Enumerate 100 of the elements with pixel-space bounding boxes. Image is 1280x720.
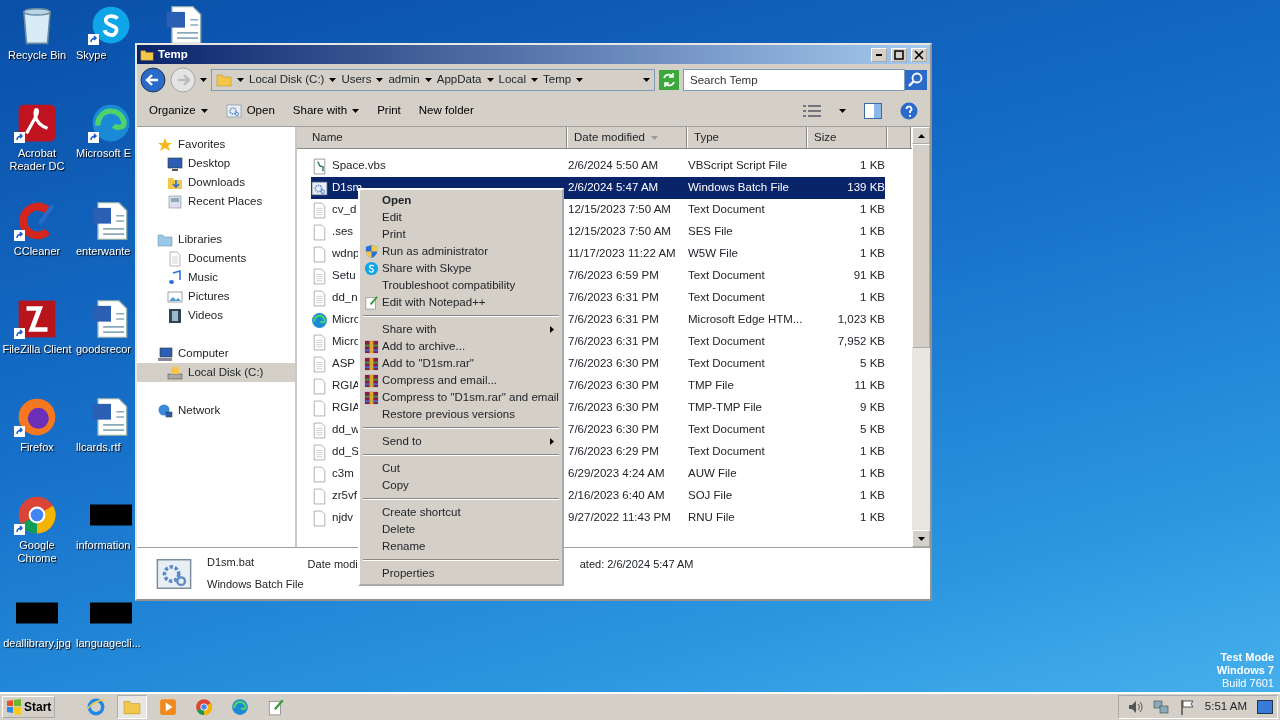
breadcrumb-caret-icon[interactable]: [424, 78, 432, 82]
history-caret-icon[interactable]: [200, 78, 207, 82]
icon-label[interactable]: Firefox: [20, 441, 54, 454]
column-header[interactable]: Name: [297, 127, 568, 148]
nav-item[interactable]: Documents: [137, 249, 295, 268]
nav-item[interactable]: Network: [137, 401, 295, 420]
nav-item[interactable]: Favorites: [137, 135, 295, 154]
maximize-button[interactable]: [891, 47, 907, 62]
icon-label[interactable]: information: [76, 539, 131, 552]
breadcrumb-item[interactable]: Local Disk (C:): [249, 71, 325, 89]
menu-item[interactable]: Run as administrator: [362, 243, 560, 260]
nav-item[interactable]: Local Disk (C:): [137, 363, 295, 382]
menu-item[interactable]: Open: [362, 192, 560, 209]
menu-item[interactable]: Share with: [362, 321, 560, 338]
menu-item[interactable]: Print: [362, 226, 560, 243]
file-name[interactable]: Space.vbs: [332, 157, 386, 175]
flag-icon[interactable]: [1178, 699, 1195, 715]
menu-item[interactable]: Properties: [362, 565, 560, 582]
toolbar-button[interactable]: Organize: [149, 102, 208, 120]
column-header[interactable]: Size: [808, 127, 888, 148]
nav-item[interactable]: Music: [137, 268, 295, 287]
menu-item[interactable]: Create shortcut: [362, 504, 560, 521]
file-name[interactable]: ASP: [332, 355, 355, 373]
close-button[interactable]: [911, 47, 927, 62]
file-name[interactable]: D1sm: [332, 179, 363, 197]
search-field[interactable]: Search Temp: [683, 69, 905, 91]
refresh-button[interactable]: [659, 70, 679, 90]
preview-pane-icon[interactable]: [864, 103, 882, 119]
nav-item[interactable]: Computer: [137, 344, 295, 363]
nav-item[interactable]: Videos: [137, 306, 295, 325]
breadcrumb-item[interactable]: admin: [388, 71, 420, 89]
icon-label[interactable]: enterwante: [76, 245, 131, 258]
breadcrumb-caret-icon[interactable]: [329, 78, 337, 82]
file-name[interactable]: cv_d: [332, 201, 357, 219]
breadcrumb-caret-icon[interactable]: [237, 78, 244, 82]
breadcrumb-item[interactable]: Temp: [543, 71, 572, 89]
breadcrumb-caret-icon[interactable]: [531, 78, 539, 82]
icon-label[interactable]: Skype: [76, 49, 107, 62]
breadcrumb-caret-icon[interactable]: [576, 78, 584, 82]
breadcrumb-item[interactable]: AppData: [436, 71, 482, 89]
nav-item[interactable]: Desktop: [137, 154, 295, 173]
file-name[interactable]: dd_n: [332, 289, 358, 307]
view-options-icon[interactable]: [803, 104, 821, 118]
menu-item[interactable]: Delete: [362, 521, 560, 538]
breadcrumb-caret-icon[interactable]: [486, 78, 494, 82]
menu-item[interactable]: Send to: [362, 433, 560, 450]
menu-item[interactable]: Compress to "D1sm.rar" and email: [362, 389, 560, 406]
search-icon[interactable]: [905, 70, 927, 90]
volume-icon[interactable]: [1126, 699, 1143, 715]
chat-app-icon[interactable]: [90, 4, 132, 46]
icon-label[interactable]: llcards.rtf: [76, 441, 121, 454]
nav-item[interactable]: Libraries: [137, 230, 295, 249]
icon-label[interactable]: Acrobat Reader DC: [1, 147, 73, 173]
scroll-thumb[interactable]: [912, 144, 930, 348]
browser-icon[interactable]: [90, 102, 132, 144]
show-desktop-button[interactable]: [1257, 700, 1273, 714]
breadcrumb-caret-icon[interactable]: [376, 78, 384, 82]
menu-item[interactable]: Rename: [362, 538, 560, 555]
toolbar-button[interactable]: New folder: [418, 102, 474, 120]
icon-label[interactable]: CCleaner: [13, 245, 61, 258]
menu-item[interactable]: Add to "D1sm.rar": [362, 355, 560, 372]
icon-label[interactable]: Google Chrome: [1, 539, 73, 565]
menu-item[interactable]: Restore previous versions: [362, 406, 560, 423]
column-header[interactable]: Date modified: [568, 127, 688, 148]
scroll-down-button[interactable]: [912, 530, 930, 547]
caret-icon[interactable]: [839, 109, 846, 113]
menu-item[interactable]: Edit with Notepad++: [362, 294, 560, 311]
icon-label[interactable]: FileZilla Client: [2, 343, 72, 356]
icon-label[interactable]: languagecli...: [76, 637, 141, 650]
file-name[interactable]: Setu: [332, 267, 356, 285]
nav-item[interactable]: Pictures: [137, 287, 295, 306]
toolbar-button[interactable]: Open: [225, 102, 275, 120]
menu-item[interactable]: Add to archive...: [362, 338, 560, 355]
breadcrumb-item[interactable]: Users: [341, 71, 372, 89]
breadcrumb-item[interactable]: Local: [498, 71, 527, 89]
start-button[interactable]: Start: [2, 696, 56, 718]
menu-item[interactable]: Share with Skype: [362, 260, 560, 277]
file-name[interactable]: dd_S: [332, 443, 359, 461]
toolbar-button[interactable]: Share with: [292, 102, 360, 120]
menu-item[interactable]: Troubleshoot compatibility: [362, 277, 560, 294]
column-header[interactable]: Type: [688, 127, 808, 148]
network-icon[interactable]: [1152, 699, 1169, 715]
menu-item[interactable]: Compress and email...: [362, 372, 560, 389]
menu-item[interactable]: Cut: [362, 460, 560, 477]
file-name[interactable]: .ses: [332, 223, 354, 241]
minimize-button[interactable]: [871, 47, 887, 62]
icon-label[interactable]: Microsoft E: [76, 147, 131, 160]
help-icon[interactable]: [900, 102, 918, 120]
pdf-app-icon[interactable]: [16, 102, 58, 144]
file-name[interactable]: zr5vf: [332, 487, 357, 505]
file-name[interactable]: njdv: [332, 509, 354, 527]
nav-item[interactable]: Recent Places: [137, 192, 295, 211]
scroll-up-button[interactable]: [912, 127, 930, 144]
scrollbar[interactable]: [912, 127, 930, 547]
menu-item[interactable]: Edit: [362, 209, 560, 226]
file-name[interactable]: c3m: [332, 465, 354, 483]
ftp-app-icon[interactable]: [16, 298, 58, 340]
address-bar[interactable]: Local Disk (C:) Users admin AppData Local Temp: [211, 69, 655, 91]
icon-label[interactable]: goodsrecor: [76, 343, 132, 356]
nav-item[interactable]: Downloads: [137, 173, 295, 192]
